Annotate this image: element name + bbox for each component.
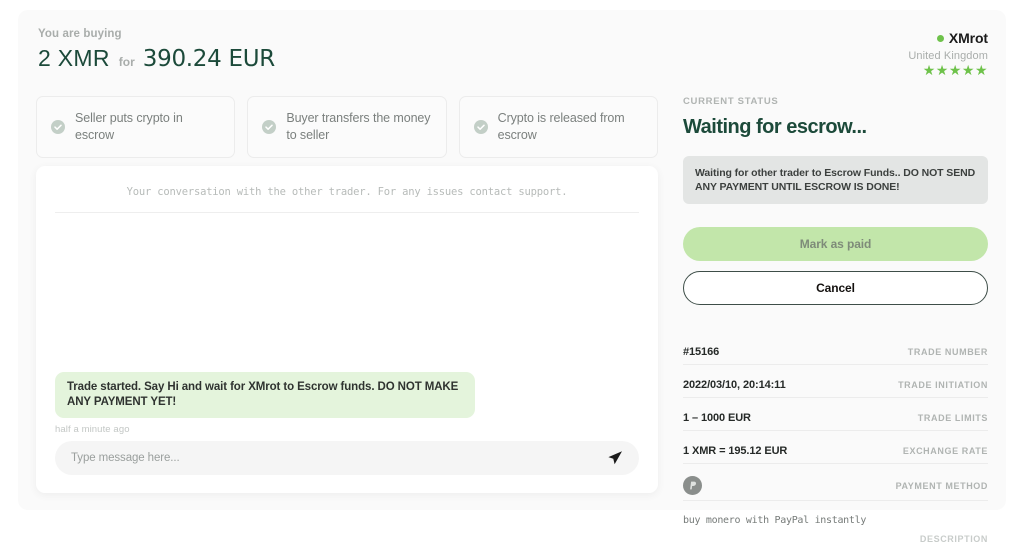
detail-key: PAYMENT METHOD: [896, 481, 988, 491]
check-circle-icon: [51, 120, 65, 134]
paypal-icon: [683, 476, 702, 495]
detail-key: DESCRIPTION: [683, 534, 988, 544]
page-header: You are buying 2 XMR for 390.24 EUR XMro…: [18, 10, 1006, 82]
cancel-trade-button[interactable]: Cancel: [683, 271, 988, 305]
trader-name-row: XMrot: [908, 30, 988, 46]
trade-page: You are buying 2 XMR for 390.24 EUR XMro…: [18, 10, 1006, 510]
description-text: buy monero with PayPal instantly: [683, 515, 866, 526]
detail-key: TRADE INITIATION: [898, 380, 988, 390]
detail-row-trade-number: #15166 TRADE NUMBER: [683, 341, 988, 365]
trader-name[interactable]: XMrot: [949, 30, 988, 46]
trade-details-list: #15166 TRADE NUMBER 2022/03/10, 20:14:11…: [683, 341, 988, 544]
detail-row-trade-initiation: 2022/03/10, 20:14:11 TRADE INITIATION: [683, 374, 988, 398]
chat-message-input[interactable]: [71, 452, 607, 464]
chat-panel: Your conversation with the other trader.…: [36, 166, 658, 493]
step-label: Buyer transfers the money to seller: [286, 110, 435, 144]
detail-row-exchange-rate: 1 XMR = 195.12 EUR EXCHANGE RATE: [683, 440, 988, 464]
send-paper-plane-icon[interactable]: [607, 450, 623, 466]
chat-message-list[interactable]: Trade started. Say Hi and wait for XMrot…: [36, 213, 658, 443]
crypto-amount: 2 XMR: [38, 45, 110, 72]
detail-value: #15166: [683, 346, 719, 358]
detail-row-description: buy monero with PayPal instantly DESCRIP…: [683, 510, 988, 544]
chat-message-text: Trade started. Say Hi and wait for XMrot…: [55, 372, 475, 418]
chat-message: Trade started. Say Hi and wait for XMrot…: [55, 372, 475, 435]
current-status-title: Waiting for escrow...: [683, 116, 988, 139]
trade-status-panel: CURRENT STATUS Waiting for escrow... Wai…: [683, 96, 988, 544]
trader-rating-stars: ★★★★★: [908, 63, 988, 77]
step-card-1: Seller puts crypto in escrow: [36, 96, 235, 158]
step-label: Seller puts crypto in escrow: [75, 110, 224, 144]
chat-composer[interactable]: [55, 441, 639, 475]
detail-value: 1 – 1000 EUR: [683, 412, 751, 424]
step-card-2: Buyer transfers the money to seller: [247, 96, 446, 158]
detail-value: 2022/03/10, 20:14:11: [683, 379, 786, 391]
check-circle-icon: [474, 120, 488, 134]
trade-amount: 2 XMR for 390.24 EUR: [38, 45, 275, 72]
online-status-dot: [937, 35, 944, 42]
detail-value: 1 XMR = 195.12 EUR: [683, 445, 787, 457]
check-circle-icon: [262, 120, 276, 134]
step-card-3: Crypto is released from escrow: [459, 96, 658, 158]
fiat-amount: 390.24 EUR: [143, 46, 275, 72]
chat-notice: Your conversation with the other trader.…: [36, 186, 658, 198]
detail-row-trade-limits: 1 – 1000 EUR TRADE LIMITS: [683, 407, 988, 431]
trader-info[interactable]: XMrot United Kingdom ★★★★★: [908, 30, 988, 77]
escrow-steps: Seller puts crypto in escrow Buyer trans…: [36, 96, 658, 158]
detail-row-payment-method: PAYMENT METHOD: [683, 473, 988, 501]
trader-country: United Kingdom: [908, 50, 988, 62]
chat-message-time: half a minute ago: [55, 424, 475, 435]
mark-as-paid-button[interactable]: Mark as paid: [683, 227, 988, 261]
for-word: for: [119, 55, 135, 69]
detail-key: EXCHANGE RATE: [903, 446, 988, 456]
buying-label: You are buying: [38, 28, 122, 40]
detail-key: TRADE NUMBER: [908, 347, 988, 357]
escrow-alert-message: Waiting for other trader to Escrow Funds…: [683, 156, 988, 204]
detail-key: TRADE LIMITS: [918, 413, 988, 423]
current-status-label: CURRENT STATUS: [683, 96, 988, 107]
step-label: Crypto is released from escrow: [498, 110, 647, 144]
